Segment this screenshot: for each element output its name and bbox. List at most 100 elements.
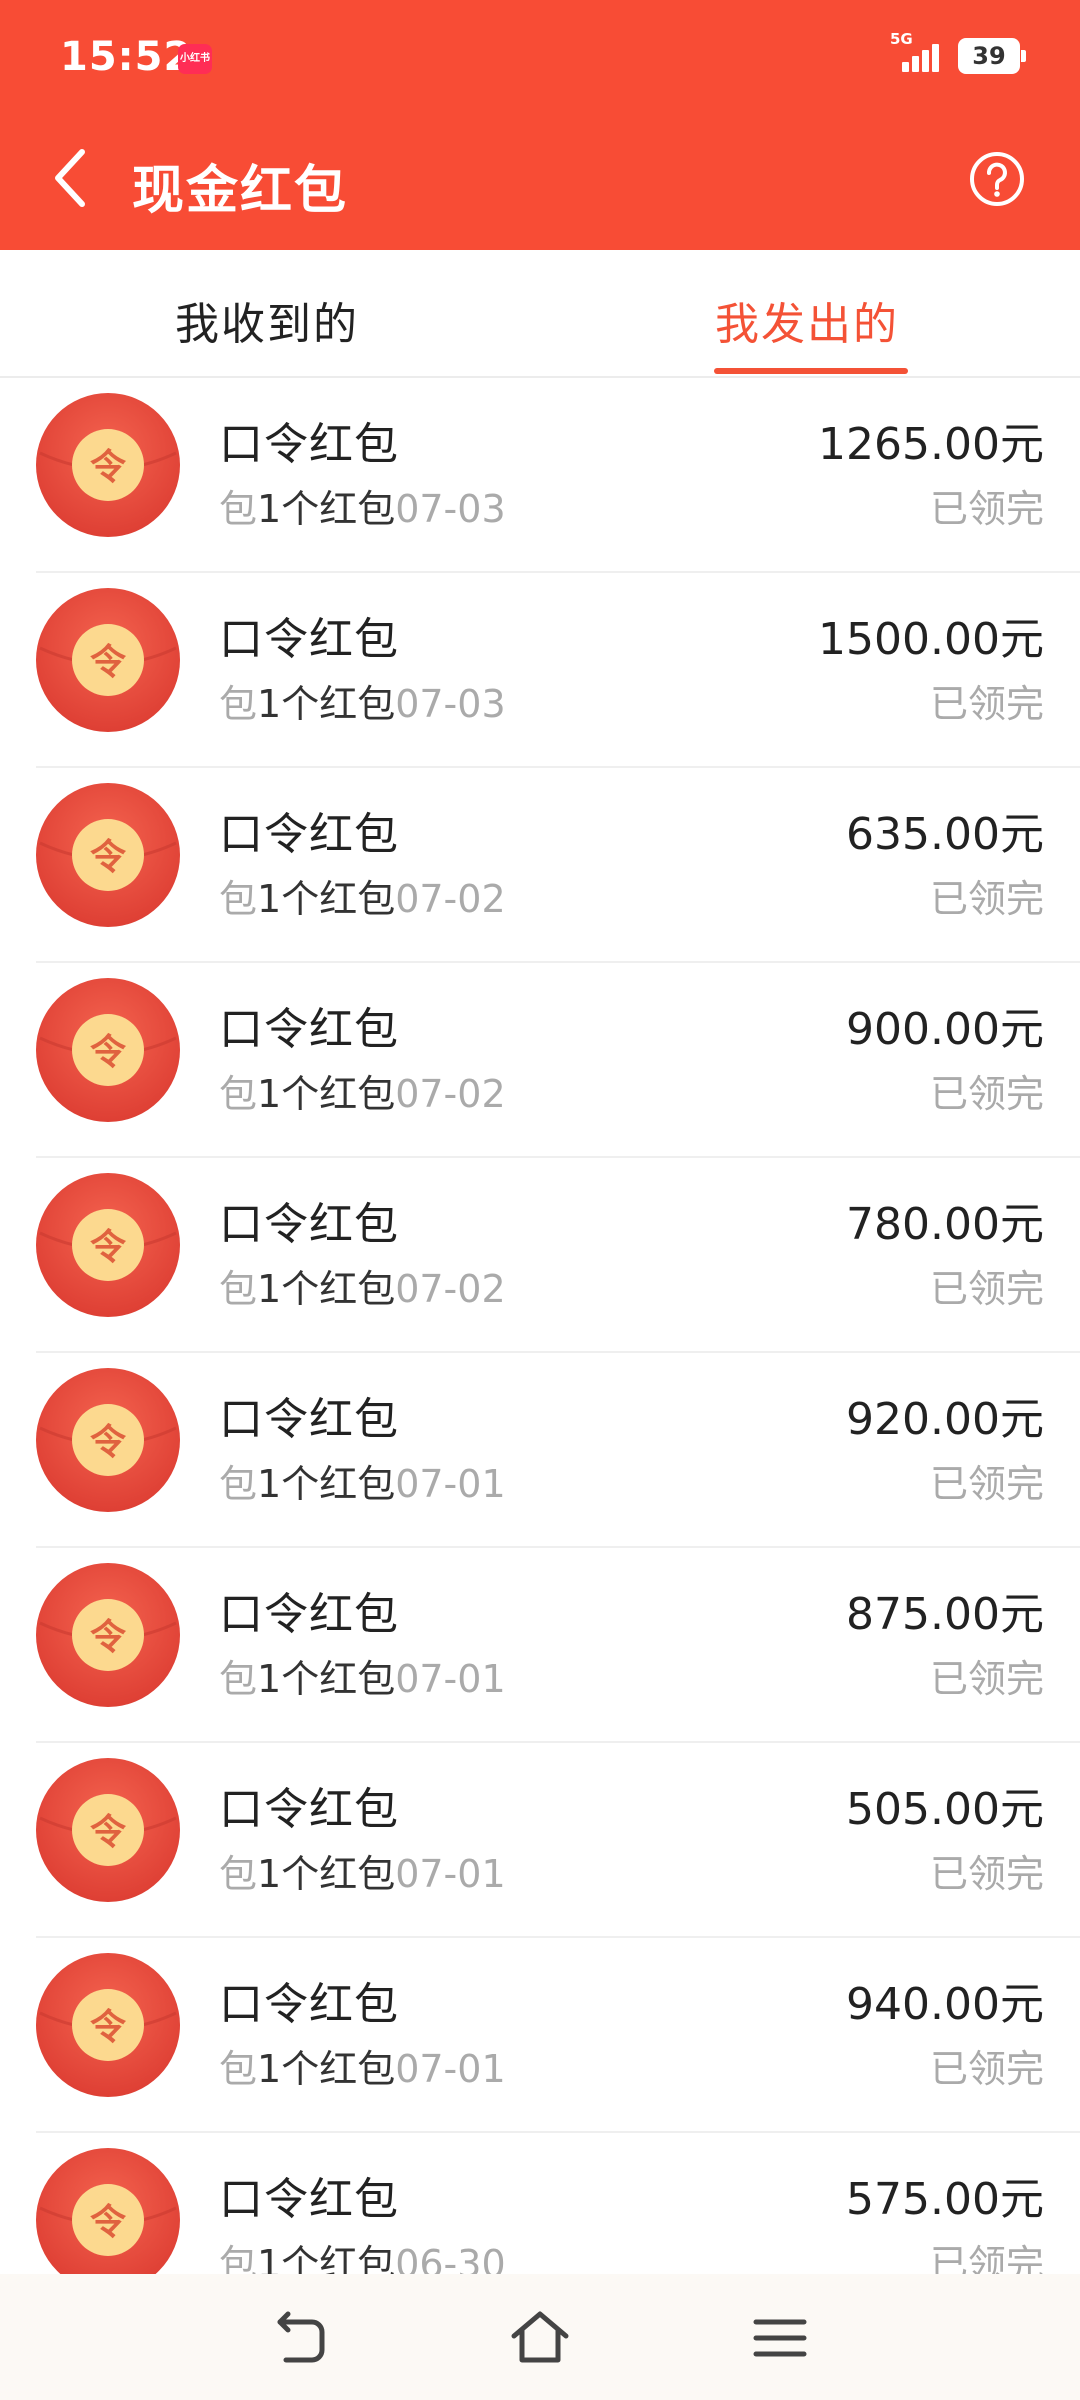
item-amount: 940.00元 bbox=[846, 1979, 1044, 2030]
item-title: 口令红包 bbox=[219, 419, 399, 470]
envelope-seal-glyph: 令 bbox=[90, 447, 127, 488]
item-amount: 780.00元 bbox=[846, 1199, 1044, 1250]
notification-app-badge: 小红书 bbox=[178, 44, 212, 74]
list-item[interactable]: 令 口令红包 包1个红包07-01 940.00元 已领完 bbox=[36, 1938, 1080, 2133]
red-envelope-icon: 令 bbox=[36, 393, 180, 537]
envelope-seal-glyph: 令 bbox=[90, 1617, 127, 1658]
list-item[interactable]: 令 口令红包 包1个红包07-01 920.00元 已领完 bbox=[36, 1353, 1080, 1548]
return-arrow-icon[interactable] bbox=[268, 2306, 332, 2370]
item-amount: 920.00元 bbox=[846, 1394, 1044, 1445]
red-packet-list: 令 口令红包 包1个红包07-03 1265.00元 已领完 令 口令红包 包1… bbox=[0, 378, 1080, 2274]
envelope-seal-glyph: 令 bbox=[90, 1032, 127, 1073]
app-header: 15:52 小红书 5G 39 现金红包 bbox=[0, 0, 1080, 250]
item-subtitle: 包1个红包07-03 bbox=[219, 673, 506, 728]
item-packet-count: 1个红包 bbox=[257, 2242, 396, 2274]
item-title: 口令红包 bbox=[219, 1589, 399, 1640]
item-date: 07-01 bbox=[395, 1852, 506, 1896]
menu-icon[interactable] bbox=[748, 2306, 812, 2370]
item-status: 已领完 bbox=[929, 2047, 1044, 2091]
network-type-label: 5G bbox=[890, 30, 913, 48]
item-status: 已领完 bbox=[929, 682, 1044, 726]
item-subtitle: 包1个红包07-02 bbox=[219, 1063, 506, 1118]
item-status: 已领完 bbox=[929, 877, 1044, 921]
item-packet-count: 1个红包 bbox=[257, 487, 396, 531]
item-date: 07-01 bbox=[395, 2047, 506, 2091]
envelope-seal-glyph: 令 bbox=[90, 837, 127, 878]
item-date: 07-02 bbox=[395, 1267, 506, 1311]
status-indicators: 5G 39 bbox=[890, 30, 1026, 76]
item-date: 07-01 bbox=[395, 1462, 506, 1506]
item-sub-prefix: 包 bbox=[219, 1462, 258, 1506]
red-envelope-icon: 令 bbox=[36, 783, 180, 927]
list-item[interactable]: 令 口令红包 包1个红包07-02 635.00元 已领完 bbox=[36, 768, 1080, 963]
question-circle-icon[interactable] bbox=[968, 150, 1026, 208]
item-status: 已领完 bbox=[929, 1462, 1044, 1506]
item-subtitle: 包1个红包07-03 bbox=[219, 478, 506, 533]
red-envelope-icon: 令 bbox=[36, 1173, 180, 1317]
red-envelope-icon: 令 bbox=[36, 1953, 180, 2097]
battery-icon: 39 bbox=[958, 38, 1026, 74]
item-subtitle: 包1个红包07-01 bbox=[219, 1648, 506, 1703]
list-item[interactable]: 令 口令红包 包1个红包06-30 575.00元 已领完 bbox=[36, 2133, 1080, 2274]
item-title: 口令红包 bbox=[219, 809, 399, 860]
item-amount: 900.00元 bbox=[846, 1004, 1044, 1055]
tab-sent[interactable]: 我发出的 bbox=[715, 288, 899, 352]
red-envelope-icon: 令 bbox=[36, 588, 180, 732]
item-subtitle: 包1个红包07-01 bbox=[219, 2038, 506, 2093]
item-title: 口令红包 bbox=[219, 614, 399, 665]
item-sub-prefix: 包 bbox=[219, 877, 258, 921]
item-packet-count: 1个红包 bbox=[257, 1852, 396, 1896]
list-item[interactable]: 令 口令红包 包1个红包07-01 505.00元 已领完 bbox=[36, 1743, 1080, 1938]
item-date: 07-02 bbox=[395, 1072, 506, 1116]
item-title: 口令红包 bbox=[219, 1784, 399, 1835]
item-packet-count: 1个红包 bbox=[257, 877, 396, 921]
home-icon[interactable] bbox=[508, 2306, 572, 2370]
item-packet-count: 1个红包 bbox=[257, 1072, 396, 1116]
chevron-left-icon[interactable] bbox=[44, 142, 104, 214]
item-amount: 1500.00元 bbox=[818, 614, 1044, 665]
signal-icon: 5G bbox=[890, 30, 946, 76]
item-amount: 875.00元 bbox=[846, 1589, 1044, 1640]
envelope-seal-glyph: 令 bbox=[90, 2202, 127, 2243]
item-title: 口令红包 bbox=[219, 1394, 399, 1445]
item-status: 已领完 bbox=[929, 1852, 1044, 1896]
list-item[interactable]: 令 口令红包 包1个红包07-02 780.00元 已领完 bbox=[36, 1158, 1080, 1353]
red-envelope-icon: 令 bbox=[36, 1368, 180, 1512]
status-time: 15:52 bbox=[60, 34, 193, 80]
item-sub-prefix: 包 bbox=[219, 487, 258, 531]
list-item[interactable]: 令 口令红包 包1个红包07-03 1265.00元 已领完 bbox=[36, 378, 1080, 573]
page-title: 现金红包 bbox=[132, 161, 349, 221]
tab-received[interactable]: 我收到的 bbox=[175, 288, 359, 352]
item-status: 已领完 bbox=[929, 487, 1044, 531]
item-status: 已领完 bbox=[929, 2242, 1044, 2274]
system-navigation-bar bbox=[0, 2274, 1080, 2400]
red-envelope-icon: 令 bbox=[36, 2148, 180, 2274]
item-title: 口令红包 bbox=[219, 2174, 399, 2225]
item-packet-count: 1个红包 bbox=[257, 1657, 396, 1701]
red-envelope-icon: 令 bbox=[36, 1758, 180, 1902]
item-sub-prefix: 包 bbox=[219, 682, 258, 726]
red-envelope-icon: 令 bbox=[36, 1563, 180, 1707]
item-sub-prefix: 包 bbox=[219, 1852, 258, 1896]
list-item[interactable]: 令 口令红包 包1个红包07-03 1500.00元 已领完 bbox=[36, 573, 1080, 768]
item-status: 已领完 bbox=[929, 1657, 1044, 1701]
item-sub-prefix: 包 bbox=[219, 2242, 258, 2274]
item-status: 已领完 bbox=[929, 1072, 1044, 1116]
list-item[interactable]: 令 口令红包 包1个红包07-02 900.00元 已领完 bbox=[36, 963, 1080, 1158]
item-sub-prefix: 包 bbox=[219, 1267, 258, 1311]
item-subtitle: 包1个红包07-02 bbox=[219, 868, 506, 923]
envelope-seal-glyph: 令 bbox=[90, 642, 127, 683]
item-packet-count: 1个红包 bbox=[257, 1462, 396, 1506]
item-amount: 505.00元 bbox=[846, 1784, 1044, 1835]
item-title: 口令红包 bbox=[219, 1199, 399, 1250]
list-item[interactable]: 令 口令红包 包1个红包07-01 875.00元 已领完 bbox=[36, 1548, 1080, 1743]
active-tab-indicator bbox=[714, 368, 908, 374]
item-subtitle: 包1个红包07-01 bbox=[219, 1453, 506, 1508]
item-packet-count: 1个红包 bbox=[257, 1267, 396, 1311]
item-amount: 635.00元 bbox=[846, 809, 1044, 860]
envelope-seal-glyph: 令 bbox=[90, 1812, 127, 1853]
envelope-seal-glyph: 令 bbox=[90, 1227, 127, 1268]
item-date: 07-03 bbox=[395, 487, 506, 531]
item-amount: 1265.00元 bbox=[818, 419, 1044, 470]
item-sub-prefix: 包 bbox=[219, 1657, 258, 1701]
